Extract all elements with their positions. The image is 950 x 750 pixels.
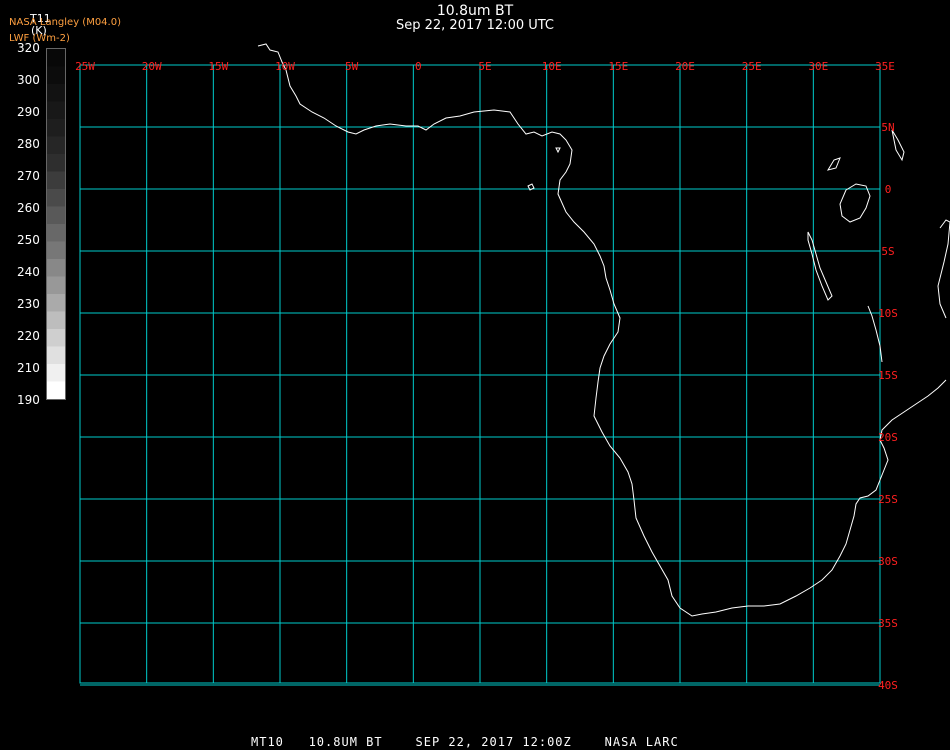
- longitude-label: 10E: [542, 60, 562, 73]
- lake-tanganyika: [807, 231, 833, 301]
- coastline: [257, 43, 950, 617]
- latitude-label: 35S: [878, 617, 898, 630]
- latitude-label: 10S: [878, 307, 898, 320]
- longitude-label: 5W: [345, 60, 359, 73]
- longitude-label: 15E: [608, 60, 628, 73]
- grid-labels: 25W 20W 15W 10W 5W 0 5E 10E 15E 20E 25E 30E 35E 5N 0 5S…: [75, 60, 898, 692]
- longitude-label: 30E: [808, 60, 828, 73]
- lake-victoria: [839, 183, 871, 223]
- lake-turkana: [826, 157, 841, 171]
- latitude-label: 15S: [878, 369, 898, 382]
- longitude-label: 25E: [742, 60, 762, 73]
- latitude-label: 30S: [878, 555, 898, 568]
- longitude-label: 20W: [142, 60, 162, 73]
- latitude-label: 40S: [878, 679, 898, 692]
- longitude-label: 35E: [875, 60, 895, 73]
- latitude-label: 5N: [881, 121, 894, 134]
- footer-caption: MT10 10.8UM BT SEP 22, 2017 12:00Z NASA …: [251, 735, 679, 749]
- longitude-label: 10W: [275, 60, 295, 73]
- latitude-label: 25S: [878, 493, 898, 506]
- islet-gulf-guinea: [555, 147, 561, 154]
- latitude-label: 5S: [881, 245, 894, 258]
- africa-coastline: [257, 43, 947, 617]
- longitude-label: 20E: [675, 60, 695, 73]
- longitude-label: 15W: [208, 60, 228, 73]
- lat-lon-grid: [79, 64, 881, 686]
- madagascar-coastline: [937, 219, 950, 319]
- map-view[interactable]: 25W 20W 15W 10W 5W 0 5E 10E 15E 20E 25E 30E 35E 5N 0 5S…: [0, 0, 950, 730]
- longitude-label: 25W: [75, 60, 95, 73]
- latitude-label: 20S: [878, 431, 898, 444]
- latitude-label: 0: [885, 183, 892, 196]
- longitude-label: 0: [415, 60, 422, 73]
- ethiopia-fragment: [891, 129, 905, 162]
- longitude-label: 5E: [478, 60, 491, 73]
